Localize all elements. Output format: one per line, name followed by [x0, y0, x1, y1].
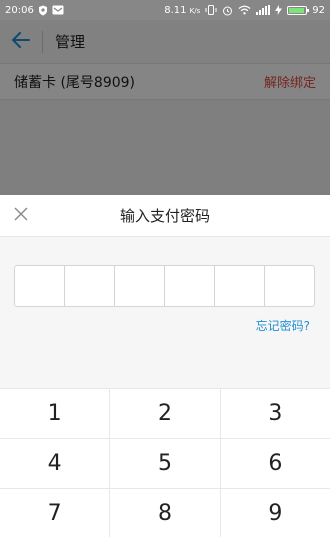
keypad-key-2[interactable]: 2: [110, 389, 220, 438]
sheet-title: 输入支付密码: [119, 207, 210, 225]
network-speed: 8.11 K/s: [164, 5, 200, 16]
keypad-key-3[interactable]: 3: [220, 389, 330, 438]
sheet-header: 输入支付密码: [0, 195, 330, 237]
password-digit-box: [265, 266, 314, 306]
battery-fill: [289, 7, 304, 13]
status-left: 20:06: [5, 5, 64, 16]
screen: 20:06 8.11 K/s 92 管理 储蓄卡 (尾号8909) 解除绑定 输…: [0, 0, 330, 537]
shield-icon: [38, 5, 48, 16]
wifi-icon: [238, 5, 251, 15]
keypad-key-6[interactable]: 6: [220, 439, 330, 488]
network-speed-unit: K/s: [189, 6, 201, 15]
password-sheet: 输入支付密码 忘记密码? 123 456 789: [0, 195, 330, 537]
password-digit-box: [215, 266, 265, 306]
keypad-key-4[interactable]: 4: [0, 439, 110, 488]
status-right: 8.11 K/s 92: [164, 5, 325, 16]
network-speed-value: 8.11: [164, 4, 187, 16]
status-time: 20:06: [5, 4, 34, 16]
password-digit-box: [15, 266, 65, 306]
keypad-key-7[interactable]: 7: [0, 489, 110, 537]
keypad-key-9[interactable]: 9: [220, 489, 330, 537]
close-button[interactable]: [0, 195, 42, 237]
signal-icon: [256, 5, 271, 15]
password-digit-box: [115, 266, 165, 306]
status-bar: 20:06 8.11 K/s 92: [0, 0, 330, 20]
password-digit-box: [65, 266, 115, 306]
keypad-key-5[interactable]: 5: [110, 439, 220, 488]
charging-icon: [275, 5, 283, 15]
message-icon: [52, 5, 64, 15]
vibrate-icon: [205, 5, 217, 15]
battery-icon: [287, 5, 310, 15]
keypad-key-8[interactable]: 8: [110, 489, 220, 537]
forgot-password-link[interactable]: 忘记密码?: [256, 317, 310, 334]
number-keypad: 123 456 789: [0, 388, 330, 537]
close-icon: [14, 206, 28, 225]
battery-level: 92: [312, 4, 325, 16]
alarm-icon: [222, 5, 233, 16]
password-digit-box: [165, 266, 215, 306]
keypad-key-1[interactable]: 1: [0, 389, 110, 438]
password-input[interactable]: [14, 265, 315, 307]
